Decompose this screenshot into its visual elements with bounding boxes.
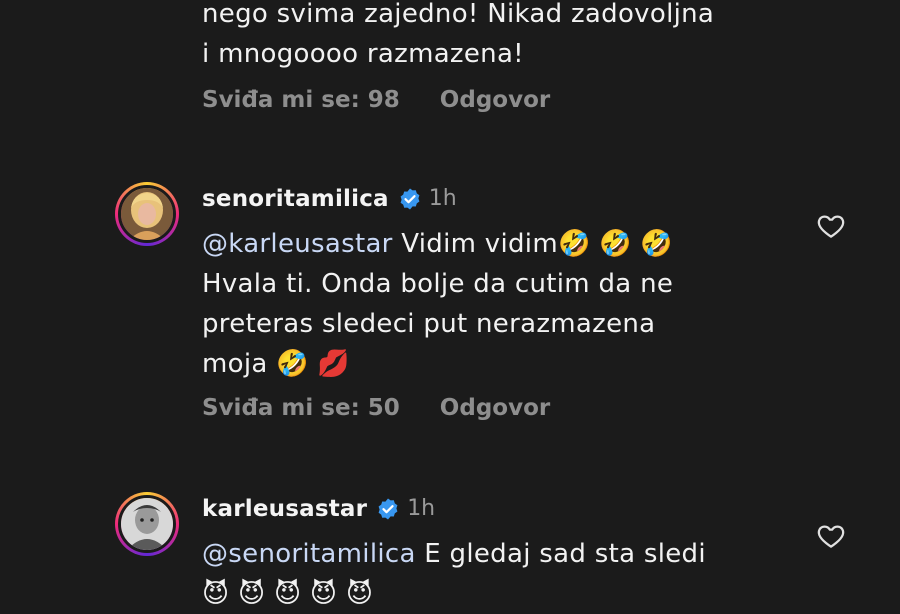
comment-text-line: Hvala ti. Onda bolje da cutim da ne <box>202 269 674 299</box>
comment-text-line: moja 🤣 💋 <box>202 349 351 379</box>
avatar-image <box>118 185 176 243</box>
comment-actions: Sviđa mi se: 98 Odgovor <box>202 87 550 113</box>
heart-outline-icon[interactable] <box>816 211 846 241</box>
username[interactable]: senoritamilica <box>202 184 389 214</box>
verified-badge-icon <box>400 188 420 210</box>
comment-text-span: E gledaj sad sta sledi <box>415 539 706 569</box>
comment-header: karleusastar 1h <box>202 494 435 524</box>
comment-text: @karleusastar Vidim vidim🤣 🤣 🤣 Hvala ti.… <box>202 224 762 384</box>
reply-button[interactable]: Odgovor <box>440 395 550 421</box>
timestamp: 1h <box>407 496 436 521</box>
likes-count[interactable]: Sviđa mi se: 50 <box>202 395 400 421</box>
comment-text: nego svima zajedno! Nikad zadovoljna i m… <box>202 0 762 74</box>
mention-link[interactable]: @karleusastar <box>202 229 393 259</box>
avatar[interactable] <box>115 182 179 246</box>
avatar[interactable] <box>115 492 179 556</box>
comment-text-line: i mnogoooo razmazena! <box>202 39 524 69</box>
mention-link[interactable]: @senoritamilica <box>202 539 416 569</box>
heart-outline-icon[interactable] <box>816 521 846 551</box>
avatar-image <box>118 495 176 553</box>
comment-text-line: preteras sledeci put nerazmazena <box>202 309 656 339</box>
comment-actions: Sviđa mi se: 50 Odgovor <box>202 395 550 421</box>
comment-text-line: 😈 😈 😈 😈 😈 <box>202 579 374 609</box>
comment-header: senoritamilica 1h <box>202 184 457 214</box>
comment-text-line: @senoritamilica E gledaj sad sta sledi <box>202 534 762 574</box>
comment-text: @senoritamilica E gledaj sad sta sledi 😈… <box>202 534 762 614</box>
verified-badge-icon <box>378 498 398 520</box>
comment-text-span: Vidim vidim🤣 🤣 🤣 <box>392 229 674 259</box>
username[interactable]: karleusastar <box>202 494 367 524</box>
likes-count[interactable]: Sviđa mi se: 98 <box>202 87 400 113</box>
timestamp: 1h <box>428 186 457 211</box>
comment-text-line: @karleusastar Vidim vidim🤣 🤣 🤣 <box>202 224 762 264</box>
reply-button[interactable]: Odgovor <box>440 87 550 113</box>
comment-text-line: nego svima zajedno! Nikad zadovoljna <box>202 0 715 29</box>
